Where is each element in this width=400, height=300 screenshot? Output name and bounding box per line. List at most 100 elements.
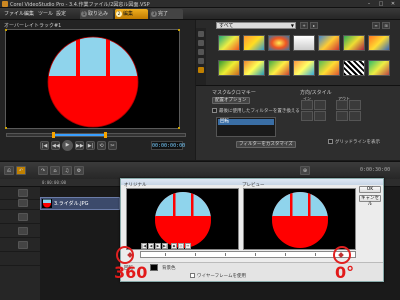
filter-thumbnail[interactable] — [343, 60, 365, 76]
result-window-image — [272, 192, 328, 248]
maximize-button[interactable]: □ — [376, 1, 386, 7]
trim-marker-out[interactable] — [104, 132, 107, 138]
go-end-button[interactable]: ▶| — [86, 141, 95, 150]
placement-options-button[interactable]: 配置オプション — [212, 97, 250, 104]
title-icon[interactable] — [198, 49, 204, 55]
graphic-icon[interactable] — [198, 58, 204, 64]
replace-filter-checkbox[interactable] — [212, 108, 217, 113]
preview-corner-handle[interactable] — [5, 127, 7, 129]
preview-track-label: オーバーレイトラック#1 — [4, 23, 62, 29]
music-track-icon[interactable] — [18, 241, 28, 249]
replace-filter-label: 最後に使用したフィルターを置き換える — [219, 109, 300, 114]
direction-cell[interactable] — [336, 111, 348, 121]
ok-button[interactable]: OK — [359, 186, 381, 193]
prev-keyframe-button[interactable]: ◀ — [148, 243, 154, 249]
step-tab-edit[interactable]: 2 編集 — [115, 9, 148, 19]
filter-thumbnail[interactable] — [318, 35, 340, 51]
trim-marker-in[interactable] — [52, 132, 55, 138]
annotation-label-end: 0° — [335, 263, 355, 282]
filter-thumbnail[interactable] — [293, 35, 315, 51]
close-button[interactable]: ✕ — [388, 1, 398, 7]
annotation-circle-start — [116, 246, 134, 264]
media-icon[interactable] — [198, 31, 204, 37]
reverse-keyframe-button[interactable]: ↔ — [185, 243, 191, 249]
transition-icon[interactable] — [198, 40, 204, 46]
original-window-image — [155, 192, 211, 248]
split-button[interactable]: ✂ — [108, 141, 117, 150]
filter-thumbnail[interactable] — [218, 35, 240, 51]
direction-cell[interactable] — [336, 100, 348, 110]
timeline-view-button[interactable]: ↶ — [16, 166, 26, 175]
preview-corner-handle[interactable] — [5, 29, 7, 31]
filter-thumbnail[interactable] — [243, 60, 265, 76]
forward-button[interactable]: ▶▶ — [75, 141, 84, 150]
minimize-button[interactable]: – — [364, 1, 374, 7]
customize-filter-button[interactable]: フィルターをカスタマイズ — [236, 141, 296, 148]
menu-tools[interactable]: ツール — [38, 10, 53, 17]
direction-cell[interactable] — [314, 100, 326, 110]
remove-keyframe-button[interactable]: ◇ — [178, 243, 184, 249]
repeat-button[interactable]: ⟲ — [97, 141, 106, 150]
grid-lines-label: グリッドラインを表示 — [335, 140, 380, 145]
keyframe-tick — [225, 253, 226, 256]
menu-file[interactable]: ファイル — [4, 10, 24, 17]
go-first-keyframe-button[interactable]: |◀ — [141, 243, 147, 249]
import-button[interactable]: + — [300, 22, 308, 29]
direction-cell[interactable] — [349, 111, 361, 121]
filter-thumbnail[interactable] — [343, 35, 365, 51]
preview-corner-handle[interactable] — [178, 29, 180, 31]
go-last-keyframe-button[interactable]: ▶| — [162, 243, 168, 249]
overlay-track-icon[interactable] — [18, 199, 28, 207]
zoom-button[interactable]: ⊕ — [300, 166, 310, 175]
title-track-icon[interactable] — [18, 213, 28, 221]
audio-button[interactable]: ♫ — [62, 166, 72, 175]
go-start-button[interactable]: |◀ — [40, 141, 49, 150]
step-tab-share[interactable]: 3 完了 — [150, 9, 183, 19]
filter-thumbnail[interactable] — [268, 35, 290, 51]
rewind-button[interactable]: ◀◀ — [51, 141, 60, 150]
home-button[interactable]: ⌂ — [50, 166, 60, 175]
video-track-icon[interactable] — [18, 189, 28, 197]
next-keyframe-button[interactable]: ▶ — [155, 243, 161, 249]
direction-cell[interactable] — [301, 100, 313, 110]
filter-thumbnail[interactable] — [318, 60, 340, 76]
mask-label: マスク&クロマキー — [212, 90, 256, 96]
filter-thumbnail[interactable] — [243, 35, 265, 51]
grid-lines-checkbox[interactable] — [328, 139, 333, 144]
step-number: 1 — [81, 11, 87, 17]
keyframe-track[interactable] — [140, 251, 356, 258]
library-category-select[interactable]: すべて ▼ — [216, 22, 296, 29]
storyboard-view-button[interactable]: ⎌ — [4, 166, 14, 175]
timecode-display[interactable]: 00:00:00:00 — [151, 141, 185, 150]
voice-track-icon[interactable] — [18, 227, 28, 235]
wireframe-label: ワイヤーフレームを使用 — [197, 274, 246, 279]
step-label: 編集 — [123, 11, 134, 17]
filter-icon[interactable] — [198, 67, 204, 73]
filter-thumbnail[interactable] — [268, 60, 290, 76]
direction-cell[interactable] — [301, 111, 313, 121]
direction-cell[interactable] — [349, 100, 361, 110]
filter-list-item[interactable]: 回転 — [218, 119, 274, 125]
filter-thumbnail[interactable] — [218, 60, 240, 76]
filter-thumbnail[interactable] — [293, 60, 315, 76]
wireframe-checkbox[interactable] — [190, 273, 195, 278]
list-view-button[interactable]: ≡ — [372, 22, 380, 29]
arrow-button[interactable]: ▸ — [310, 22, 318, 29]
step-number: 3 — [151, 11, 157, 17]
background-color-swatch[interactable] — [150, 264, 158, 271]
undo-button[interactable]: ↷ — [38, 166, 48, 175]
step-tab-capture[interactable]: 1 取り込み — [80, 9, 113, 19]
cancel-button[interactable]: キャンセル — [359, 195, 381, 207]
grid-view-button[interactable]: ⊞ — [382, 22, 390, 29]
settings-button[interactable]: ⚙ — [74, 166, 84, 175]
menu-bar: ファイル 編集 ツール 設定 1 取り込み 2 編集 3 完了 — [0, 8, 400, 20]
filter-thumbnail[interactable] — [368, 60, 390, 76]
add-keyframe-button[interactable]: ◆ — [171, 243, 177, 249]
direction-cell[interactable] — [314, 111, 326, 121]
filter-thumbnail[interactable] — [368, 35, 390, 51]
menu-settings[interactable]: 設定 — [56, 10, 66, 17]
play-button[interactable]: ▶ — [62, 140, 73, 151]
step-number: 2 — [116, 11, 122, 17]
preview-corner-handle[interactable] — [178, 127, 180, 129]
menu-edit[interactable]: 編集 — [24, 10, 34, 17]
